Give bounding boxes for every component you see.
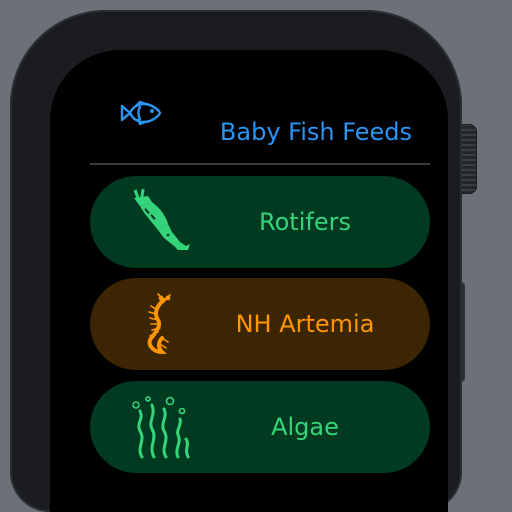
algae-label: Algae [271,413,339,441]
fish-icon [120,100,162,126]
rotifers-button[interactable]: Rotifers [90,176,430,268]
rotifer-icon [133,188,190,250]
nh-artemia-label: NH Artemia [235,310,375,338]
algae-icon [132,396,190,459]
watch-case: Baby Fish Feeds Rotifers NH Artemia Alga… [10,10,462,512]
algae-button[interactable]: Algae [90,381,430,473]
watch-screen: Baby Fish Feeds Rotifers NH Artemia Alga… [50,50,448,512]
app-header: Baby Fish Feeds [50,50,448,165]
nh-artemia-button[interactable]: NH Artemia [90,278,430,370]
header-divider [90,163,430,165]
app-title: Baby Fish Feeds [219,118,412,146]
rotifers-label: Rotifers [259,208,351,236]
stage: Baby Fish Feeds Rotifers NH Artemia Alga… [0,0,512,512]
artemia-icon [147,293,171,355]
